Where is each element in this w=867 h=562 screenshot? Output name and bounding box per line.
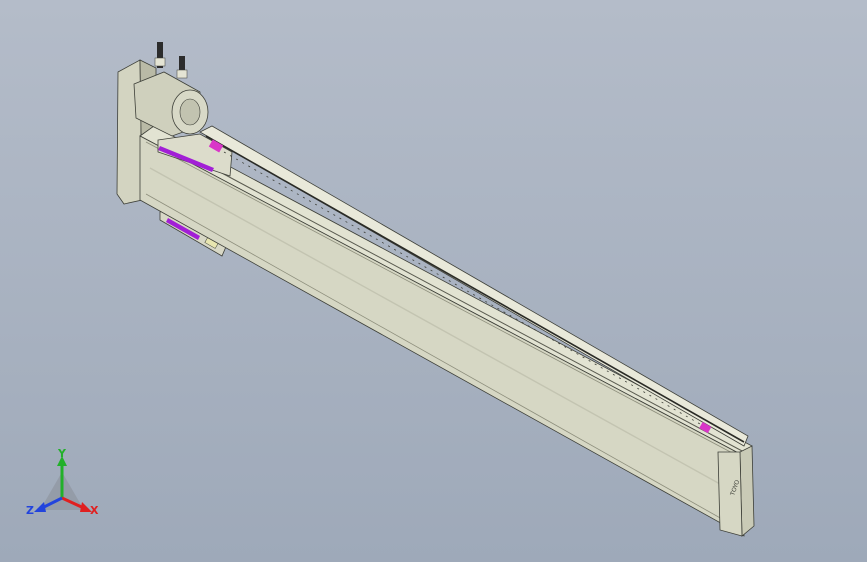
motor-flange-inner bbox=[179, 98, 201, 126]
motor-connector-1-cap bbox=[154, 57, 166, 67]
linear-actuator-model[interactable]: TOYO bbox=[0, 0, 867, 562]
motor-connector-2-cap bbox=[176, 69, 188, 79]
z-arrow-icon bbox=[34, 502, 46, 512]
motor-mount-plate bbox=[116, 59, 143, 205]
rail-edge bbox=[159, 139, 745, 453]
body-groove-1 bbox=[145, 141, 739, 457]
orientation-triad[interactable]: Y X Z bbox=[22, 448, 102, 520]
end-cap bbox=[739, 445, 755, 537]
cad-viewport[interactable]: TOYO Y X Z bbox=[0, 0, 867, 562]
triad-z-label: Z bbox=[26, 504, 34, 517]
body-groove-3 bbox=[149, 167, 721, 485]
actuator-body-side bbox=[139, 135, 745, 537]
body-groove-2 bbox=[145, 193, 739, 529]
triad-y-label: Y bbox=[57, 448, 67, 460]
belt-slot bbox=[205, 135, 745, 443]
actuator-body-top bbox=[139, 125, 753, 457]
triad-x-label: X bbox=[90, 504, 99, 517]
